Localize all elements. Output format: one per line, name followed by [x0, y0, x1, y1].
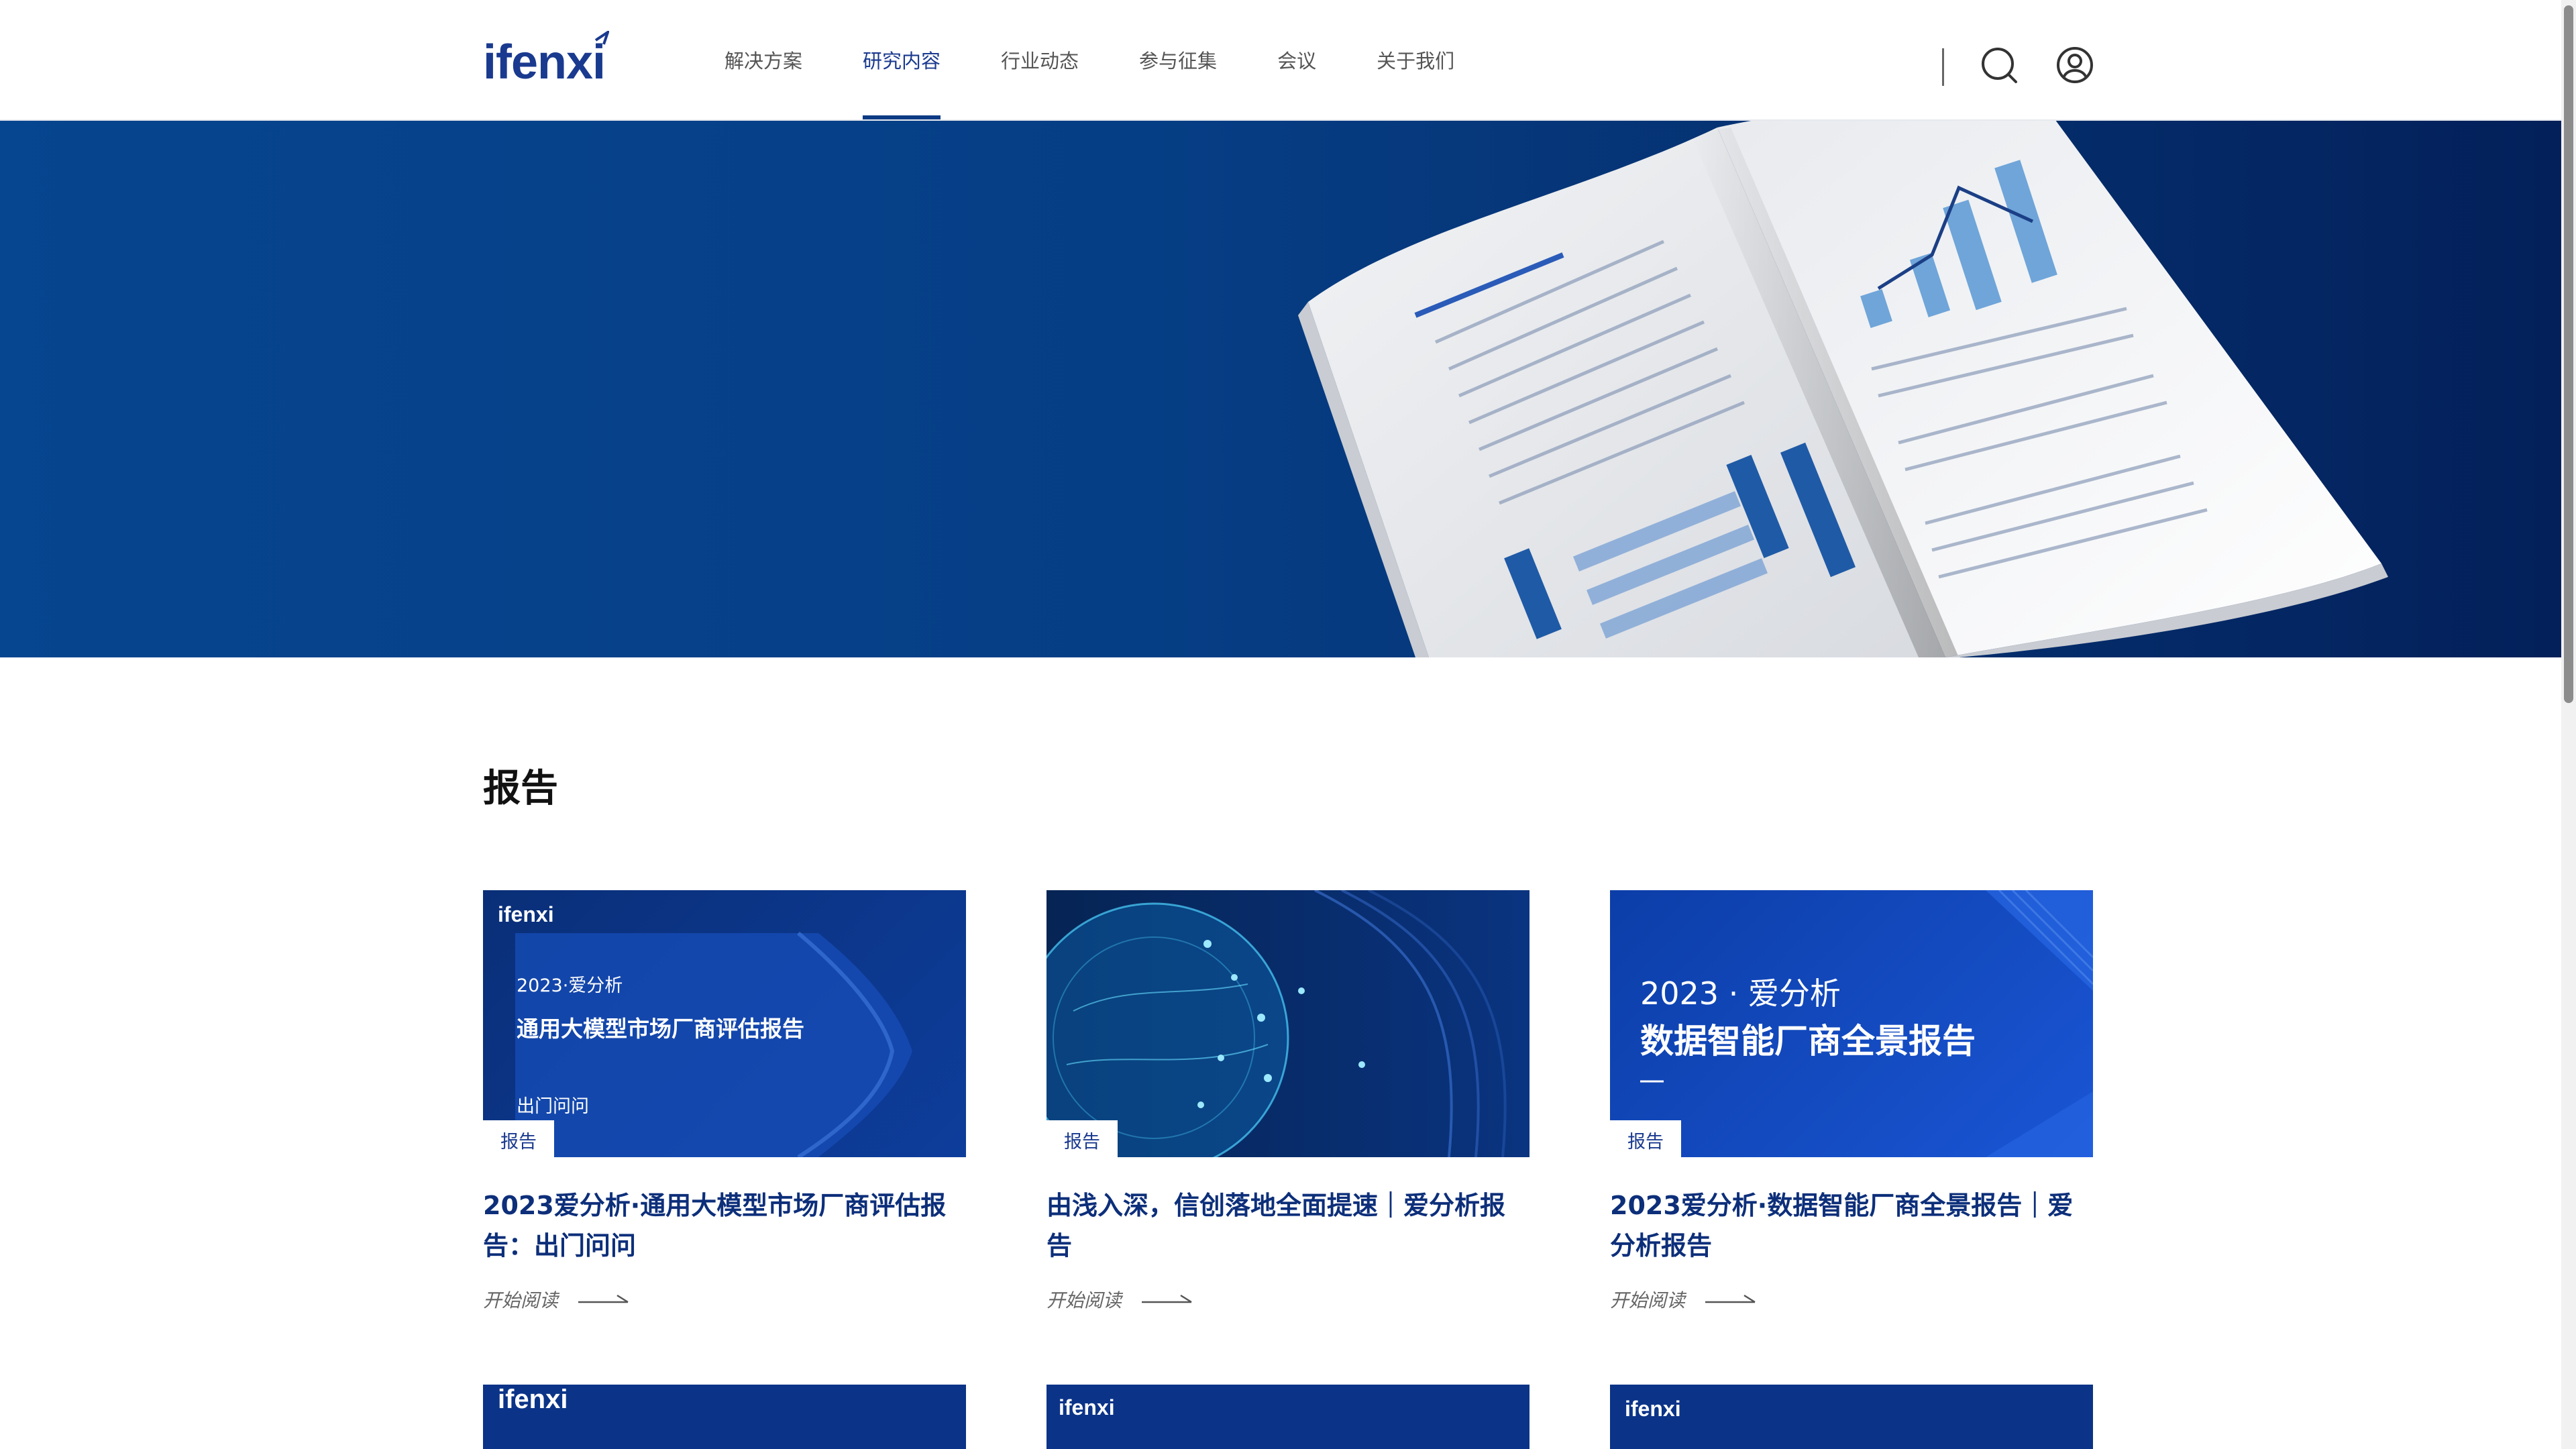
arrow-right-icon	[1705, 1294, 1756, 1303]
search-icon[interactable]	[1980, 46, 2019, 85]
card-title[interactable]: 2023爱分析·数据智能厂商全景报告｜爱分析报告	[1610, 1185, 2093, 1266]
hero-banner	[0, 121, 2561, 657]
thumb-title: 通用大模型市场厂商评估报告	[517, 1016, 804, 1042]
site-logo[interactable]: ifenxi	[483, 31, 610, 90]
read-more-label: 开始阅读	[1610, 1289, 1686, 1311]
scrollbar-thumb[interactable]	[2564, 5, 2573, 703]
card-title[interactable]: 由浅入深，信创落地全面提速｜爱分析报告	[1046, 1185, 1529, 1266]
section-title: 报告	[483, 767, 558, 810]
read-more-link[interactable]: 开始阅读	[1046, 1286, 1529, 1313]
main-nav: 解决方案 研究内容 行业动态 参与征集 会议 关于我们	[724, 0, 1515, 119]
report-card[interactable]: 2023 · 爱分析 数据智能厂商全景报告 报告 2023爱分析·数据智能厂商全…	[1610, 890, 2093, 1313]
nav-about-us[interactable]: 关于我们	[1377, 0, 1454, 119]
page-scrollbar[interactable]	[2561, 0, 2576, 1449]
category-tag: 报告	[483, 1120, 554, 1157]
card-thumbnail[interactable]: 报告	[1046, 890, 1529, 1157]
arrow-right-icon	[1142, 1294, 1192, 1303]
read-more-link[interactable]: 开始阅读	[483, 1286, 966, 1313]
arrow-right-icon	[578, 1294, 629, 1303]
card-thumbnail[interactable]: ifenxi 2023·爱分析 通用大模型市场厂商评估报告 出门问问 报告	[483, 890, 966, 1157]
thumb-title: 数据智能厂商全景报告	[1640, 1022, 1976, 1061]
user-icon[interactable]	[2055, 46, 2094, 85]
read-more-link[interactable]: 开始阅读	[1610, 1286, 2093, 1313]
read-more-label: 开始阅读	[483, 1289, 559, 1311]
card-thumbnail[interactable]: ifenxi	[1046, 1385, 1529, 1449]
nav-research[interactable]: 研究内容	[863, 0, 941, 119]
thumb-logo: ifenxi	[498, 902, 554, 926]
nav-conference[interactable]: 会议	[1277, 0, 1316, 119]
thumb-year: 2023 · 爱分析	[1640, 975, 1841, 1012]
category-tag: 报告	[1046, 1120, 1118, 1157]
header-divider	[1942, 48, 1944, 86]
site-header: ifenxi 解决方案 研究内容 行业动态 参与征集 会议 关于我们	[0, 0, 2576, 121]
nav-solutions[interactable]: 解决方案	[724, 0, 802, 119]
card-thumbnail[interactable]: ifenxi	[1610, 1385, 2093, 1449]
report-card[interactable]: ifenxi 2023·爱分析 通用大模型市场厂商评估报告 出门问问 报告 20…	[483, 890, 966, 1313]
card-thumbnail[interactable]: 2023 · 爱分析 数据智能厂商全景报告 报告	[1610, 890, 2093, 1157]
thumb-year: 2023·爱分析	[517, 975, 623, 996]
thumb-logo: ifenxi	[1625, 1397, 1681, 1421]
nav-industry-news[interactable]: 行业动态	[1001, 0, 1079, 119]
card-title[interactable]: 2023爱分析·通用大模型市场厂商评估报告：出门问问	[483, 1185, 966, 1266]
nav-call-for-participation[interactable]: 参与征集	[1139, 0, 1217, 119]
thumb-logo: ifenxi	[1059, 1395, 1115, 1419]
report-book-illustration	[1298, 121, 2388, 657]
thumb-sub: 出门问问	[517, 1096, 589, 1117]
category-tag: 报告	[1610, 1120, 1681, 1157]
report-card[interactable]: 报告 由浅入深，信创落地全面提速｜爱分析报告 开始阅读	[1046, 890, 1529, 1313]
card-thumbnail[interactable]: ifenxi	[483, 1385, 966, 1449]
logo-arrow-icon	[594, 31, 610, 45]
read-more-label: 开始阅读	[1046, 1289, 1122, 1311]
thumb-logo: ifenxi	[498, 1385, 568, 1414]
